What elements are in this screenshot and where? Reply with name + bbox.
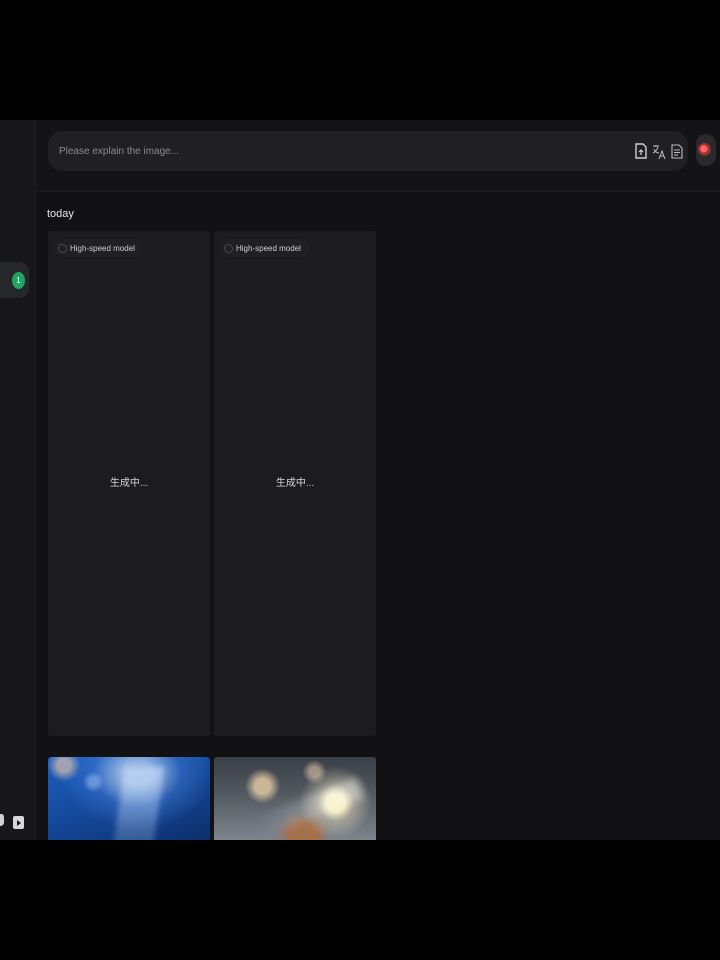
avatar-image — [698, 143, 711, 156]
model-icon — [58, 243, 67, 253]
model-icon — [224, 243, 233, 253]
sidebar: 1 — [0, 120, 36, 840]
top-bar — [36, 120, 720, 192]
concert-blue-light-thumbnail[interactable] — [48, 757, 210, 840]
upload-doc-icon[interactable] — [634, 143, 648, 160]
generation-status: 生成中... — [275, 478, 315, 489]
app-window: 1 today High-speed model — [0, 120, 720, 840]
generation-card[interactable]: High-speed model 生成中... — [48, 231, 210, 736]
stage-spotlight-thumbnail[interactable] — [214, 757, 376, 840]
apple-icon[interactable] — [0, 814, 4, 826]
play-store-icon[interactable] — [13, 816, 24, 829]
search-input[interactable] — [59, 141, 479, 161]
light-beam — [111, 767, 165, 840]
generation-card[interactable]: High-speed model 生成中... — [214, 231, 376, 736]
generation-status: 生成中... — [109, 478, 149, 489]
model-label: High-speed model — [236, 243, 301, 253]
model-label: High-speed model — [70, 243, 135, 253]
summary-doc-icon[interactable] — [670, 143, 684, 160]
notification-badge[interactable]: 1 — [12, 272, 25, 289]
avatar[interactable] — [696, 134, 716, 166]
translate-icon[interactable] — [652, 143, 666, 160]
section-title: today — [47, 208, 74, 220]
model-chip[interactable]: High-speed model — [54, 239, 143, 257]
light-beam — [253, 777, 365, 839]
search-bar — [48, 131, 688, 171]
model-chip[interactable]: High-speed model — [220, 239, 309, 257]
